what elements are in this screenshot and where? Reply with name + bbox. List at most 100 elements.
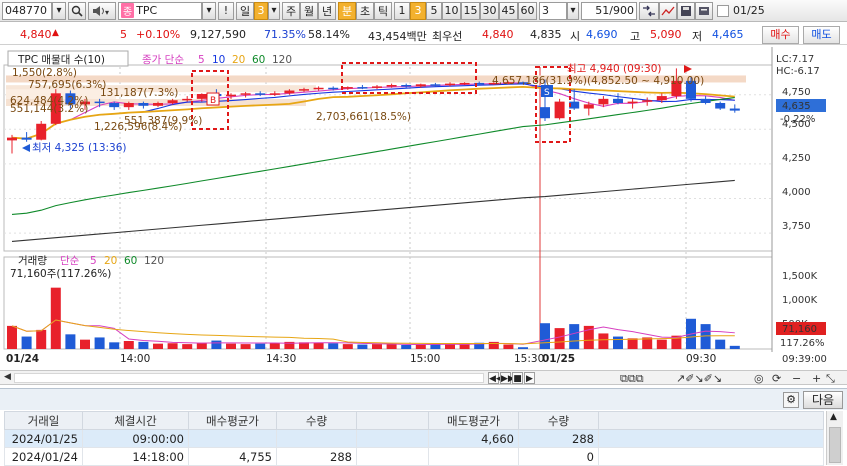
col-filler	[598, 411, 824, 430]
period-btn-day-num[interactable]: 3	[254, 1, 268, 20]
code-dropdown-button[interactable]	[52, 1, 66, 20]
date-field[interactable]: 01/25	[731, 2, 775, 20]
interval-btn-10[interactable]: 10	[442, 1, 461, 20]
interval-input[interactable]: 3	[539, 1, 567, 20]
volume-ratio: 71.35%	[264, 28, 306, 41]
period-btn-day[interactable]: 일	[236, 1, 254, 20]
period-btn-month[interactable]: 월	[300, 1, 318, 20]
stock-code-input[interactable]: 048770	[2, 1, 52, 20]
scroll-up-icon[interactable]: ▲	[830, 412, 837, 422]
ma-legend-20[interactable]: 20	[232, 54, 245, 66]
volume-profile-label: 4,657,186(31.9%)(4,852.50 ~ 4,910.00)	[492, 75, 704, 87]
save-icon[interactable]	[677, 1, 695, 20]
volume-bar	[729, 345, 740, 349]
buy-button[interactable]: 매수	[762, 26, 799, 44]
date-checkbox[interactable]	[717, 4, 729, 17]
col-blank	[356, 411, 429, 430]
candle-body	[299, 89, 309, 91]
period-btn-tick[interactable]: 틱	[374, 1, 392, 20]
table-settings-icon[interactable]: ⚙	[783, 392, 799, 408]
ma-legend-10[interactable]: 10	[212, 54, 225, 66]
candle-body	[342, 87, 353, 89]
candle-body	[401, 85, 412, 87]
day-num-dropdown[interactable]	[268, 1, 280, 20]
chart-area[interactable]: B S 1,550(2.8%) 757,695(6.3%) 624,484(4.2%) 5…	[0, 47, 847, 369]
ma-legend-120[interactable]: 120	[272, 54, 292, 66]
period-btn-week[interactable]: 주	[282, 1, 300, 20]
speaker-icon[interactable]: ▾	[88, 1, 116, 20]
cell-sell-avg: 4,660	[428, 429, 519, 448]
sell-button[interactable]: 매도	[803, 26, 840, 44]
period-btn-minute[interactable]: 분	[338, 1, 356, 20]
candle-body	[109, 103, 120, 108]
candle-body	[357, 87, 368, 89]
zoom-out-icon[interactable]: −	[792, 372, 801, 385]
volume-bar	[540, 323, 550, 349]
cell-sell-avg	[428, 447, 519, 466]
period-btn-alert[interactable]: !	[218, 1, 234, 20]
interval-btn-1[interactable]: 1	[394, 1, 410, 20]
volume-bar	[36, 329, 47, 349]
settings-icon[interactable]	[695, 1, 713, 20]
scroll-track[interactable]	[14, 373, 484, 383]
search-icon[interactable]	[68, 1, 86, 20]
count-field[interactable]: 51/900	[581, 1, 637, 20]
candlestick-chart[interactable]: BS1,550(2.8%)757,695(6.3%)624,484(4.2%)5…	[0, 47, 847, 369]
ma-legend-60[interactable]: 60	[252, 54, 265, 66]
vol-ma-legend-60[interactable]: 60	[124, 255, 137, 267]
table-vscroll[interactable]: ▲	[826, 411, 843, 465]
volume-bar	[415, 344, 426, 349]
scroll-left-icon[interactable]: ◀	[4, 372, 11, 382]
candle-body	[372, 86, 382, 88]
vol-ma-legend-120[interactable]: 120	[144, 255, 164, 267]
volume-bar	[123, 341, 134, 349]
drawing-tools-icon[interactable]: ↗✐↘✐↘	[676, 372, 722, 385]
play-button[interactable]: ▶	[524, 372, 535, 384]
interval-btn-60[interactable]: 60	[518, 1, 537, 20]
candle-body	[656, 96, 667, 101]
candle-body	[240, 93, 251, 95]
interval-btn-3[interactable]: 3	[410, 1, 426, 20]
refresh-icon[interactable]: ⟳	[772, 372, 781, 385]
period-btn-year[interactable]: 년	[318, 1, 336, 20]
volume-bar	[386, 344, 397, 349]
stock-type-badge: 종	[121, 3, 135, 18]
scroll-thumb[interactable]	[829, 427, 841, 463]
interval-dropdown[interactable]	[567, 1, 579, 20]
vol-ma-legend-20[interactable]: 20	[104, 255, 117, 267]
period-btn-second[interactable]: 초	[356, 1, 374, 20]
interval-btn-15[interactable]: 15	[461, 1, 480, 20]
ma-legend-5[interactable]: 5	[198, 54, 205, 66]
candle-body	[598, 98, 609, 105]
volume-bar	[569, 324, 580, 349]
candle-body	[284, 90, 295, 94]
go-last-button[interactable]: ▶▶	[500, 372, 515, 384]
candle-body	[627, 101, 638, 104]
stop-button[interactable]: ■	[512, 372, 523, 384]
cell-blank	[356, 447, 429, 466]
interval-btn-30[interactable]: 30	[480, 1, 499, 20]
stock-name-field[interactable]: 종 TPC	[118, 1, 202, 20]
go-first-button[interactable]: ◀◀	[488, 372, 503, 384]
interval-btn-5[interactable]: 5	[426, 1, 442, 20]
line-tool-icon[interactable]	[659, 1, 677, 20]
table-row[interactable]: 2024/01/25 09:00:00 4,660 288	[4, 429, 824, 448]
arrange-icon[interactable]	[639, 1, 659, 20]
next-button[interactable]: 다음	[803, 391, 843, 409]
candle-body	[255, 93, 266, 95]
vol-ma-legend-5[interactable]: 5	[90, 255, 97, 267]
camera-icon[interactable]: ◎	[754, 372, 764, 385]
expand-icon[interactable]: ⤡	[826, 372, 835, 386]
volume-ma-label: 단순	[60, 255, 80, 267]
zoom-in-icon[interactable]: +	[812, 372, 821, 385]
chart-scrollbar[interactable]: ◀ ◀◀ ▶▶ ■ ▶ ⧉⧉⧉ ↗✐↘✐↘ ◎ ⟳ − + ⤡	[0, 370, 847, 385]
zoom-icon[interactable]: ⧉⧉⧉	[620, 372, 644, 386]
chart-legend-title: TPC 매물대 수(10)	[17, 54, 105, 66]
table-row[interactable]: 2024/01/24 14:18:00 4,755 288 0	[4, 447, 824, 466]
interval-btn-45[interactable]: 45	[499, 1, 518, 20]
candle-body	[182, 98, 193, 101]
stock-name-dropdown[interactable]	[202, 1, 216, 20]
candle-body	[313, 87, 324, 90]
time-label-1530: 15:30	[514, 353, 544, 365]
volume-tag-text: 71,160	[782, 324, 817, 335]
